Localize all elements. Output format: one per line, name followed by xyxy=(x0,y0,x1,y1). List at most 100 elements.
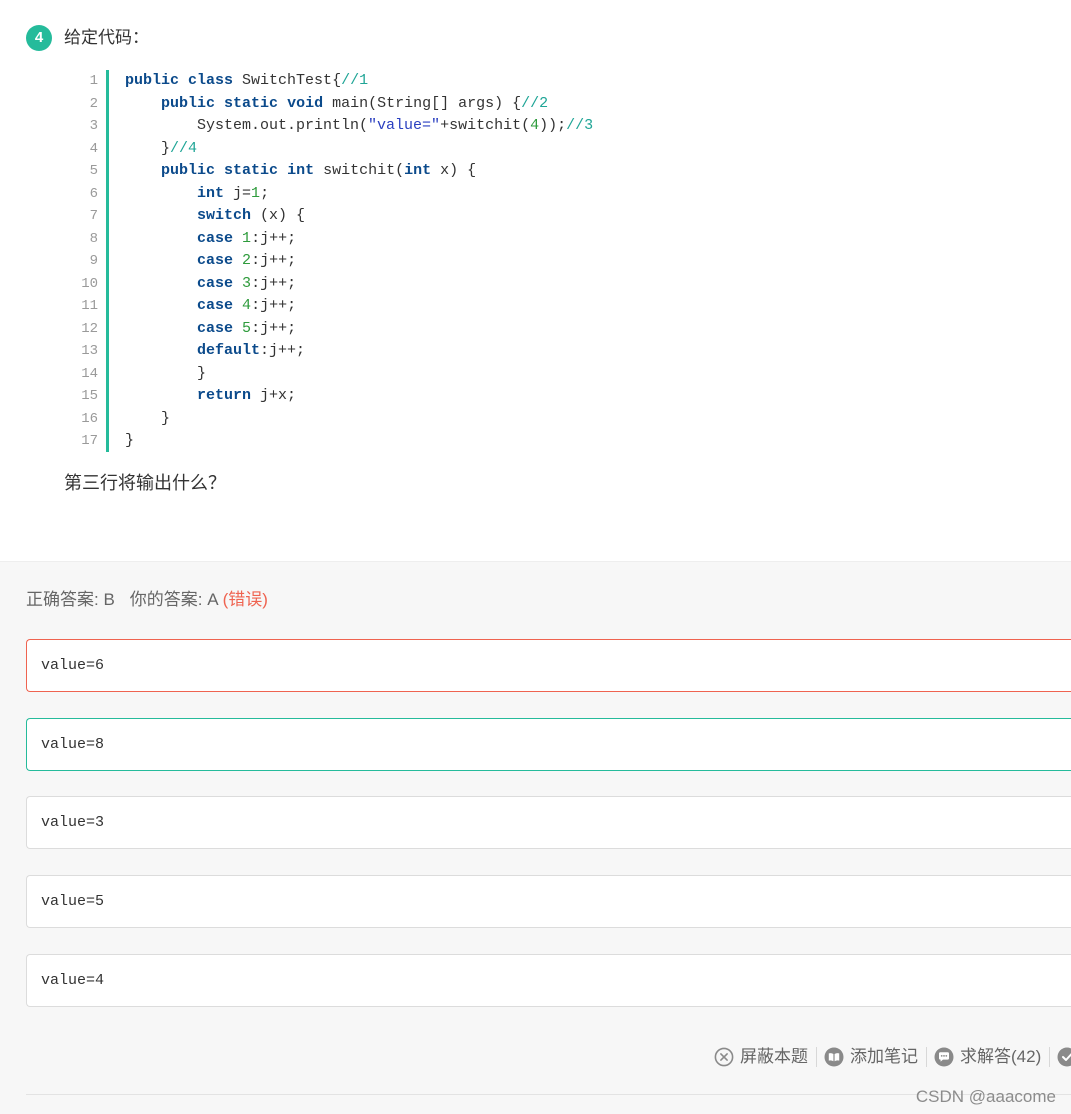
code-text: case 3:j++; xyxy=(125,273,296,296)
code-keyword: default xyxy=(197,342,261,359)
option-text: value=4 xyxy=(41,972,105,989)
code-text-token: main(String[] args) { xyxy=(323,94,522,112)
code-text-token: } xyxy=(125,432,135,449)
answer-status: (错误) xyxy=(222,590,268,609)
book-icon xyxy=(824,1047,844,1067)
line-number: 11 xyxy=(81,298,98,314)
code-comment: //3 xyxy=(566,117,594,134)
code-keyword: case xyxy=(197,274,234,292)
code-line: 6 int j=1; xyxy=(0,183,700,206)
code-number: 3 xyxy=(242,274,252,292)
code-text-token: :j++; xyxy=(251,297,297,314)
code-text-token: switchit( xyxy=(314,162,405,179)
question-text: 第三行将输出什么？ xyxy=(64,473,226,493)
chat-bubble-icon xyxy=(934,1047,954,1067)
add-note-button[interactable]: 添加笔记 xyxy=(824,1045,918,1069)
section-divider xyxy=(26,1094,1071,1095)
code-number: 4 xyxy=(242,297,252,314)
code-line: 4 }//4 xyxy=(0,138,700,161)
code-comment: //1 xyxy=(341,72,369,89)
code-line: 8 case 1:j++; xyxy=(0,228,700,251)
line-number: 8 xyxy=(89,230,98,247)
code-keyword: case xyxy=(197,297,234,314)
answer-panel: 正确答案: B 你的答案: A (错误) value=6 value=8 value… xyxy=(0,561,1071,1114)
line-number: 4 xyxy=(89,140,98,157)
code-text-token: System.out.println( xyxy=(125,117,369,134)
option-text: value=5 xyxy=(41,893,105,910)
code-keyword: class xyxy=(188,72,234,89)
code-text: } xyxy=(125,430,134,453)
line-number: 16 xyxy=(81,410,98,427)
ask-answer-button[interactable]: 求解答(42) xyxy=(934,1045,1041,1069)
line-number: 17 xyxy=(81,433,98,449)
code-text-token: } xyxy=(125,139,171,157)
action-separator xyxy=(816,1047,817,1067)
partial-action-button[interactable] xyxy=(1057,1047,1071,1067)
code-line: 14 } xyxy=(0,363,700,386)
code-keyword: switch xyxy=(197,207,252,224)
option-4[interactable]: value=5 xyxy=(26,875,1071,928)
code-text-token: (x) { xyxy=(251,207,306,224)
partial-action-icon xyxy=(1057,1047,1071,1067)
code-keyword: int xyxy=(404,162,432,179)
code-number: 5 xyxy=(242,319,252,337)
code-line: 9 case 2:j++; xyxy=(0,250,700,273)
line-number: 9 xyxy=(89,253,98,269)
your-answer-label: 你的答案: A xyxy=(129,590,219,609)
code-line: 10 case 3:j++; xyxy=(0,273,700,296)
code-text: public static int switchit(int x) { xyxy=(125,160,476,183)
code-text-token: :j++; xyxy=(260,342,306,359)
code-text-token: :j++; xyxy=(251,274,297,292)
correct-answer-label: 正确答案: B xyxy=(26,590,115,609)
option-text: value=6 xyxy=(41,657,105,674)
code-line: 15 return j+x; xyxy=(0,385,700,408)
code-keyword: case xyxy=(197,252,234,269)
line-number: 14 xyxy=(81,365,98,382)
code-text: return j+x; xyxy=(125,385,296,408)
code-line: 1 public class SwitchTest{//1 xyxy=(0,70,700,93)
option-2[interactable]: value=8 xyxy=(26,718,1071,771)
code-text-token: :j++; xyxy=(251,319,297,337)
option-text: value=3 xyxy=(41,814,105,831)
code-text: int j=1; xyxy=(125,183,269,206)
hide-question-button[interactable]: 屏蔽本题 xyxy=(714,1045,808,1069)
code-keyword: int xyxy=(287,162,315,179)
option-1[interactable]: value=6 xyxy=(26,639,1071,692)
code-keyword: case xyxy=(197,229,234,247)
code-block: 1 public class SwitchTest{//1 2 public sta… xyxy=(0,70,700,452)
action-separator xyxy=(926,1047,927,1067)
code-text: }//4 xyxy=(125,138,197,161)
option-text: value=8 xyxy=(41,736,105,753)
code-text: default:j++; xyxy=(125,340,305,363)
answer-result: 正确答案: B 你的答案: A (错误) xyxy=(26,589,268,611)
code-text-token: j+x; xyxy=(251,387,297,404)
option-5[interactable]: value=4 xyxy=(26,954,1071,1007)
code-keyword: public xyxy=(161,162,216,179)
line-number: 7 xyxy=(89,208,98,224)
add-note-label: 添加笔记 xyxy=(850,1047,918,1066)
code-number: 1 xyxy=(242,229,252,247)
action-separator xyxy=(1049,1047,1051,1067)
code-text-token: )); xyxy=(539,117,567,134)
option-3[interactable]: value=3 xyxy=(26,796,1071,849)
code-number: 2 xyxy=(242,252,252,269)
line-number: 5 xyxy=(89,163,98,179)
code-text: public class SwitchTest{//1 xyxy=(125,70,368,93)
watermark: CSDN @aaacome xyxy=(915,1087,1056,1106)
line-number: 3 xyxy=(89,118,98,134)
code-keyword: return xyxy=(197,387,252,404)
code-text: case 5:j++; xyxy=(125,318,296,341)
